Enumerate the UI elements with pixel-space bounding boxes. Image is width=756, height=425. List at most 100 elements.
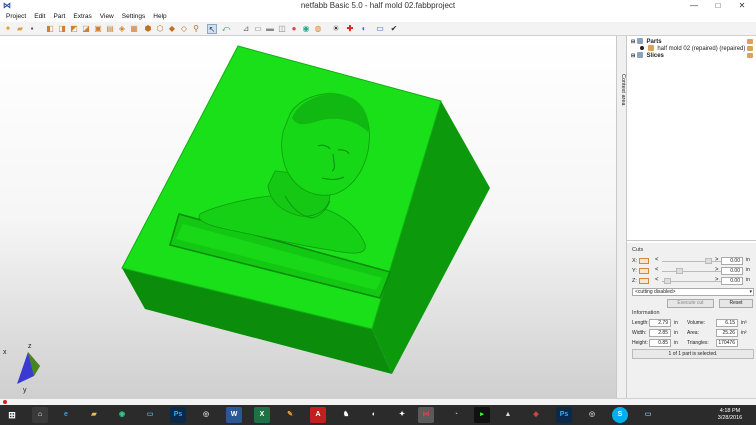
taskbar-app4-icon[interactable]: ◎ [584, 407, 600, 423]
cut-value-field[interactable]: 0.00 [721, 257, 743, 265]
minimize-button[interactable]: — [682, 0, 706, 12]
cut-enable-checkbox[interactable] [639, 278, 649, 284]
repair-icon[interactable]: ✚ [345, 24, 355, 34]
analysis-icon[interactable]: ◐ [359, 24, 369, 34]
taskbar-media-player-icon[interactable]: ◐ [366, 407, 382, 423]
tree-item-part[interactable]: half mold 02 (repaired) (repaired) [640, 45, 745, 52]
cut-slider-thumb[interactable] [664, 278, 671, 284]
taskbar-inkscape-icon[interactable]: ♞ [338, 407, 354, 423]
tree-expand-icon[interactable]: ⊟ [631, 53, 635, 59]
taskbar-app2-icon[interactable]: ▲ [500, 407, 516, 423]
taskbar-chrome-icon[interactable]: ◎ [198, 407, 214, 423]
section-icon[interactable]: ◫ [277, 24, 287, 34]
menu-settings[interactable]: Settings [118, 12, 150, 22]
layer-icon[interactable]: ▭ [253, 24, 263, 34]
cut-slider-thumb[interactable] [676, 268, 683, 274]
chevron-down-icon: ▾ [749, 289, 752, 295]
taskbar-acrobat-icon[interactable]: A [310, 407, 326, 423]
texture-icon[interactable]: ◍ [313, 24, 323, 34]
cut-increase-button[interactable]: > [715, 257, 719, 263]
parts-action-icon[interactable] [747, 39, 753, 44]
taskbar-network-icon[interactable]: ◔ [448, 407, 464, 423]
cut-enable-checkbox[interactable] [639, 258, 649, 264]
menu-extras[interactable]: Extras [69, 12, 95, 22]
taskbar-paint-icon[interactable]: ✎ [282, 407, 298, 423]
taskbar-app3-icon[interactable]: ◆ [528, 407, 544, 423]
zoom-part-icon[interactable]: ◇ [179, 24, 189, 34]
taskbar-word-icon[interactable]: W [226, 407, 242, 423]
taskbar-home-icon[interactable]: ⌂ [32, 407, 48, 423]
view-iso-icon[interactable]: ◈ [117, 24, 127, 34]
light-icon[interactable]: ☀ [331, 24, 341, 34]
rotate-tool-icon[interactable]: ⤺ [221, 24, 231, 34]
save-project-icon[interactable]: ▪ [27, 24, 37, 34]
view-front-icon[interactable]: ◧ [45, 24, 55, 34]
axis-gizmo[interactable]: x z y [3, 343, 40, 394]
taskbar-photoshop-icon[interactable]: Ps [170, 407, 186, 423]
context-area-tab-label: Context area [620, 74, 626, 106]
sphere-icon[interactable]: ◉ [301, 24, 311, 34]
open-project-icon[interactable]: ▰ [15, 24, 25, 34]
taskbar-app5-icon[interactable]: ▭ [640, 407, 656, 423]
measure-icon[interactable]: ⊿ [241, 24, 251, 34]
taskbar-folder-icon[interactable]: ▰ [86, 407, 102, 423]
cut-axis-label: Y: [632, 268, 637, 274]
execute-cut-button[interactable]: Execute cut [667, 299, 714, 308]
zoom-icon[interactable]: ⚲ [191, 24, 201, 34]
window-title: netfabb Basic 5.0 - half mold 02.fabbpro… [300, 1, 456, 10]
view-back-icon[interactable]: ◨ [57, 24, 67, 34]
menu-part[interactable]: Part [49, 12, 69, 22]
part-visible-dot[interactable] [640, 46, 644, 50]
start-button-icon[interactable]: ⊞ [4, 407, 20, 423]
taskbar-cmd-icon[interactable]: ▸ [474, 407, 490, 423]
taskbar-netfabb-icon[interactable]: ⋈ [418, 407, 434, 423]
taskbar-excel-icon[interactable]: X [254, 407, 270, 423]
system-clock[interactable]: 4:18 PM 3/28/2016 [708, 408, 752, 422]
taskbar-photoshop2-icon[interactable]: Ps [556, 407, 572, 423]
tree-item-slices[interactable]: ⊟ Slices [631, 52, 664, 59]
context-area-tab[interactable]: Context area [616, 36, 627, 398]
height-value: 0.85 [649, 339, 671, 347]
taskbar-ie-icon[interactable]: e [58, 407, 74, 423]
view-right-icon[interactable]: ◪ [81, 24, 91, 34]
taskbar-app-icon[interactable]: ✦ [394, 407, 410, 423]
view-top-icon[interactable]: ▣ [93, 24, 103, 34]
taskbar-skype-icon[interactable]: S [612, 407, 628, 423]
zoom-selection-icon[interactable]: ◆ [167, 24, 177, 34]
apply-checkmark-icon[interactable]: ✔ [389, 24, 399, 34]
cut-decrease-button[interactable]: < [655, 267, 659, 273]
cut-decrease-button[interactable]: < [655, 277, 659, 283]
view-bottom-icon[interactable]: ▤ [105, 24, 115, 34]
tree-item-parts[interactable]: ⊟ Parts [631, 38, 662, 45]
slice-icon[interactable]: ▬ [265, 24, 275, 34]
part-action-icon[interactable] [747, 46, 753, 51]
reset-button[interactable]: Reset [719, 299, 753, 308]
zoom-all-icon[interactable]: ⬡ [155, 24, 165, 34]
cut-increase-button[interactable]: > [715, 277, 719, 283]
menu-project[interactable]: Project [2, 12, 30, 22]
taskbar-screen-icon[interactable]: ▭ [142, 407, 158, 423]
menu-edit[interactable]: Edit [30, 12, 49, 22]
taskbar-media-icon[interactable]: ◉ [114, 407, 130, 423]
cut-enable-checkbox[interactable] [639, 268, 649, 274]
menu-view[interactable]: View [96, 12, 118, 22]
select-pointer-icon[interactable]: ↖ [207, 24, 217, 34]
cut-decrease-button[interactable]: < [655, 257, 659, 263]
view-left-icon[interactable]: ◩ [69, 24, 79, 34]
color-icon[interactable]: ● [289, 24, 299, 34]
cut-increase-button[interactable]: > [715, 267, 719, 273]
cut-slider-thumb[interactable] [705, 258, 712, 264]
cut-mode-select[interactable]: <cutting disabled> ▾ [632, 288, 754, 296]
zoom-fit-icon[interactable]: ⬢ [143, 24, 153, 34]
3d-viewport[interactable]: x z y [0, 36, 616, 398]
cut-value-field[interactable]: 0.00 [721, 277, 743, 285]
cut-value-field[interactable]: 0.00 [721, 267, 743, 275]
new-project-icon[interactable]: ✦ [3, 24, 13, 34]
view-custom-icon[interactable]: ▦ [129, 24, 139, 34]
ruler-icon[interactable]: ▭ [375, 24, 385, 34]
tree-expand-icon[interactable]: ⊟ [631, 39, 635, 45]
maximize-button[interactable]: □ [706, 0, 730, 12]
slices-action-icon[interactable] [747, 53, 753, 58]
menu-help[interactable]: Help [149, 12, 170, 22]
close-button[interactable]: ✕ [730, 0, 754, 12]
